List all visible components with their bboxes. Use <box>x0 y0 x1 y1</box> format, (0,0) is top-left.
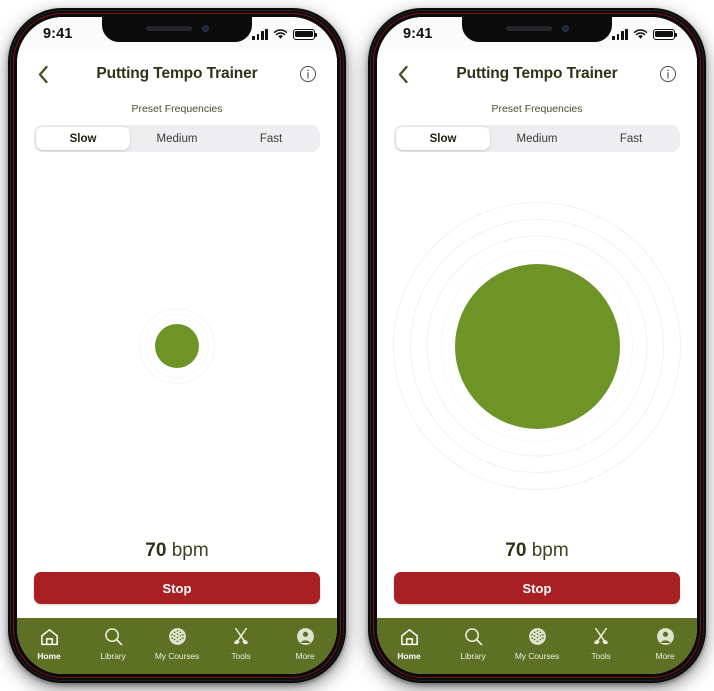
pulse-visualizer[interactable] <box>139 308 215 384</box>
earpiece-speaker-icon <box>146 26 192 31</box>
segment-slow[interactable]: Slow <box>36 127 130 150</box>
pulse-area-left <box>17 152 337 540</box>
search-icon <box>103 625 124 648</box>
pulse-area-right <box>377 152 697 540</box>
person-avatar-icon <box>295 625 316 648</box>
page-title: Putting Tempo Trainer <box>96 65 258 82</box>
earpiece-speaker-icon <box>506 26 552 31</box>
tab-library[interactable]: Library <box>441 625 505 661</box>
status-time: 9:41 <box>43 26 73 42</box>
tab-tools[interactable]: Tools <box>209 625 273 661</box>
cellular-bars-icon <box>252 28 268 40</box>
tab-tools[interactable]: Tools <box>569 625 633 661</box>
search-icon <box>463 625 484 648</box>
tab-my-courses[interactable]: My Courses <box>145 625 209 661</box>
wifi-icon <box>633 28 648 39</box>
bottom-tab-bar-left: Home Library My Courses Tools More <box>17 618 337 674</box>
tab-my-courses[interactable]: My Courses <box>505 625 569 661</box>
phone-device-right: 9:41 Putting Tempo Trainer Preset Freque… <box>368 8 706 683</box>
tempo-value: 70 <box>145 540 167 561</box>
info-button[interactable] <box>291 65 317 83</box>
tab-more-label: More <box>655 651 675 661</box>
tempo-value: 70 <box>505 540 527 561</box>
person-avatar-icon <box>655 625 676 648</box>
golf-ball-icon <box>167 625 188 648</box>
front-camera-icon <box>202 25 209 32</box>
segment-fast[interactable]: Fast <box>224 127 318 150</box>
chevron-left-icon <box>398 65 408 83</box>
tab-tools-label: Tools <box>231 651 251 661</box>
phone-screen-right: 9:41 Putting Tempo Trainer Preset Freque… <box>377 17 697 674</box>
tempo-readout-left: 70 bpm <box>17 540 337 562</box>
cellular-bars-icon <box>612 28 628 40</box>
segment-slow[interactable]: Slow <box>396 127 490 150</box>
bottom-tab-bar-right: Home Library My Courses Tools More <box>377 618 697 674</box>
nav-header-left: Putting Tempo Trainer <box>17 51 337 97</box>
wifi-icon <box>273 28 288 39</box>
notch-left <box>102 17 252 42</box>
page-title: Putting Tempo Trainer <box>456 65 618 82</box>
preset-frequencies-label: Preset Frequencies <box>491 103 583 115</box>
notch-right <box>462 17 612 42</box>
phone-device-left: 9:41 Putting Tempo Trainer Preset Freque… <box>8 8 346 683</box>
pulse-circle-icon <box>155 324 199 368</box>
back-button[interactable] <box>37 65 63 84</box>
tab-more-label: More <box>295 651 315 661</box>
tab-home-label: Home <box>397 651 421 661</box>
segment-fast[interactable]: Fast <box>584 127 678 150</box>
tab-library-label: Library <box>100 651 126 661</box>
golf-ball-icon <box>527 625 548 648</box>
tab-home-label: Home <box>37 651 61 661</box>
battery-icon <box>293 28 318 40</box>
phone-screen-left: 9:41 Putting Tempo Trainer Preset Freque… <box>17 17 337 674</box>
segment-medium[interactable]: Medium <box>490 127 584 150</box>
pulse-circle-icon <box>454 263 620 429</box>
home-icon <box>39 625 60 648</box>
tab-tools-label: Tools <box>591 651 611 661</box>
nav-header-right: Putting Tempo Trainer <box>377 51 697 97</box>
golf-clubs-icon <box>590 625 612 648</box>
info-button[interactable] <box>651 65 677 83</box>
info-circle-icon <box>299 65 317 83</box>
tempo-unit: bpm <box>531 540 569 561</box>
tempo-readout-right: 70 bpm <box>377 540 697 562</box>
stop-button[interactable]: Stop <box>34 572 320 604</box>
screenshot-stage: 9:41 Putting Tempo Trainer Preset Freque… <box>0 0 714 691</box>
front-camera-icon <box>562 25 569 32</box>
battery-icon <box>653 28 678 40</box>
tab-home[interactable]: Home <box>17 625 81 661</box>
segment-medium[interactable]: Medium <box>130 127 224 150</box>
home-icon <box>399 625 420 648</box>
status-icon-group <box>252 28 318 40</box>
tab-more[interactable]: More <box>633 625 697 661</box>
chevron-left-icon <box>38 65 48 83</box>
preset-frequencies-label: Preset Frequencies <box>131 103 223 115</box>
tempo-unit: bpm <box>171 540 209 561</box>
status-time: 9:41 <box>403 26 433 42</box>
tab-my-courses-label: My Courses <box>154 651 200 661</box>
tab-more[interactable]: More <box>273 625 337 661</box>
tab-library[interactable]: Library <box>81 625 145 661</box>
info-circle-icon <box>659 65 677 83</box>
stop-button[interactable]: Stop <box>394 572 680 604</box>
preset-segmented-control[interactable]: Slow Medium Fast <box>394 125 680 152</box>
tab-library-label: Library <box>460 651 486 661</box>
status-icon-group <box>612 28 678 40</box>
preset-segmented-control[interactable]: Slow Medium Fast <box>34 125 320 152</box>
golf-clubs-icon <box>230 625 252 648</box>
pulse-visualizer[interactable] <box>393 202 681 490</box>
tab-home[interactable]: Home <box>377 625 441 661</box>
back-button[interactable] <box>397 65 423 84</box>
tab-my-courses-label: My Courses <box>514 651 560 661</box>
